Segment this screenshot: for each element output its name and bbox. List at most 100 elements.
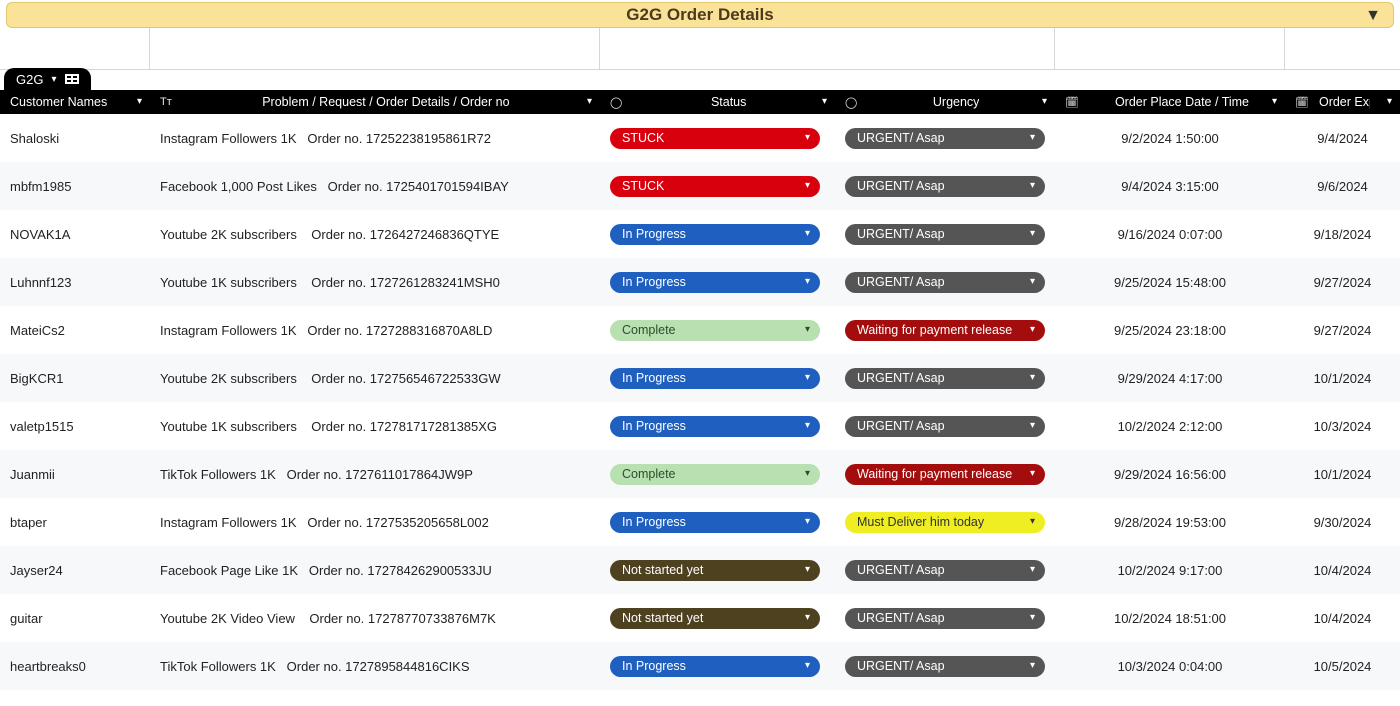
cell-urgency[interactable]: URGENT/ Asap▾ <box>835 354 1055 402</box>
cell-urgency[interactable]: URGENT/ Asap▾ <box>835 642 1055 690</box>
view-tab-g2g[interactable]: G2G ▾ <box>4 68 91 90</box>
cell-order-date[interactable]: 9/4/2024 3:15:00 <box>1055 162 1285 210</box>
table-row[interactable]: ShaloskiInstagram Followers 1K Order no.… <box>0 114 1400 162</box>
cell-order-date[interactable]: 9/2/2024 1:50:00 <box>1055 114 1285 162</box>
chevron-down-icon[interactable]: ▾ <box>1030 564 1035 575</box>
chevron-down-icon[interactable]: ▾ <box>805 612 810 623</box>
cell-customer-name[interactable]: btaper <box>0 498 150 546</box>
cell-order-expire[interactable]: 9/27/2024 <box>1285 258 1400 306</box>
cell-order-expire[interactable]: 10/5/2024 <box>1285 642 1400 690</box>
cell-customer-name[interactable]: valetp1515 <box>0 402 150 450</box>
chevron-down-icon[interactable]: ▾ <box>805 324 810 335</box>
cell-order-date[interactable]: 10/2/2024 2:12:00 <box>1055 402 1285 450</box>
urgency-pill[interactable]: URGENT/ Asap▾ <box>845 176 1045 197</box>
chevron-down-icon[interactable]: ▾ <box>1030 132 1035 143</box>
cell-order-expire[interactable]: 9/30/2024 <box>1285 498 1400 546</box>
cell-order-expire[interactable]: 9/18/2024 <box>1285 210 1400 258</box>
cell-urgency[interactable]: URGENT/ Asap▾ <box>835 114 1055 162</box>
status-pill[interactable]: Not started yet▾ <box>610 560 820 581</box>
chevron-down-icon[interactable]: ▾ <box>137 96 142 107</box>
chevron-down-icon[interactable]: ▾ <box>1030 276 1035 287</box>
cell-urgency[interactable]: URGENT/ Asap▾ <box>835 594 1055 642</box>
chevron-down-icon[interactable]: ▾ <box>1030 516 1035 527</box>
table-row[interactable]: BigKCR1Youtube 2K subscribers Order no. … <box>0 354 1400 402</box>
cell-status[interactable]: In Progress▾ <box>600 498 835 546</box>
cell-customer-name[interactable]: BigKCR1 <box>0 354 150 402</box>
cell-status[interactable]: Complete▾ <box>600 450 835 498</box>
cell-status[interactable]: In Progress▾ <box>600 402 835 450</box>
chevron-down-icon[interactable]: ▾ <box>805 660 810 671</box>
cell-customer-name[interactable]: mbfm1985 <box>0 162 150 210</box>
table-row[interactable]: MateiCs2Instagram Followers 1K Order no.… <box>0 306 1400 354</box>
chevron-down-icon[interactable]: ▾ <box>805 228 810 239</box>
cell-order-date[interactable]: 9/25/2024 23:18:00 <box>1055 306 1285 354</box>
status-pill[interactable]: In Progress▾ <box>610 656 820 677</box>
cell-order-details[interactable]: Instagram Followers 1K Order no. 1725223… <box>150 114 600 162</box>
cell-status[interactable]: In Progress▾ <box>600 258 835 306</box>
cell-order-date[interactable]: 9/25/2024 15:48:00 <box>1055 258 1285 306</box>
col-header-date[interactable]: 🗓 Order Place Date / Time ▾ <box>1055 90 1285 114</box>
chevron-down-icon[interactable]: ▾ <box>805 468 810 479</box>
cell-order-expire[interactable]: 10/1/2024 <box>1285 354 1400 402</box>
chevron-down-icon[interactable]: ▾ <box>805 132 810 143</box>
cell-customer-name[interactable]: Shaloski <box>0 114 150 162</box>
status-pill[interactable]: Complete▾ <box>610 320 820 341</box>
table-row[interactable]: valetp1515Youtube 1K subscribers Order n… <box>0 402 1400 450</box>
cell-order-expire[interactable]: 9/6/2024 <box>1285 162 1400 210</box>
status-pill[interactable]: In Progress▾ <box>610 512 820 533</box>
cell-urgency[interactable]: Waiting for payment release▾ <box>835 450 1055 498</box>
urgency-pill[interactable]: Must Deliver him today▾ <box>845 512 1045 533</box>
cell-customer-name[interactable]: Jayser24 <box>0 546 150 594</box>
chevron-down-icon[interactable]: ▾ <box>1042 96 1047 107</box>
urgency-pill[interactable]: Waiting for payment release▾ <box>845 464 1045 485</box>
cell-order-details[interactable]: Instagram Followers 1K Order no. 1727535… <box>150 498 600 546</box>
cell-order-expire[interactable]: 9/27/2024 <box>1285 306 1400 354</box>
cell-status[interactable]: STUCK▾ <box>600 162 835 210</box>
chevron-down-icon[interactable]: ▾ <box>1030 180 1035 191</box>
cell-order-date[interactable]: 10/2/2024 18:51:00 <box>1055 594 1285 642</box>
status-pill[interactable]: In Progress▾ <box>610 224 820 245</box>
cell-order-details[interactable]: TikTok Followers 1K Order no. 1727895844… <box>150 642 600 690</box>
cell-order-date[interactable]: 10/2/2024 9:17:00 <box>1055 546 1285 594</box>
cell-status[interactable]: In Progress▾ <box>600 210 835 258</box>
title-chevron-down-icon[interactable]: ▼ <box>1365 7 1381 25</box>
cell-customer-name[interactable]: heartbreaks0 <box>0 642 150 690</box>
urgency-pill[interactable]: URGENT/ Asap▾ <box>845 608 1045 629</box>
status-pill[interactable]: Not started yet▾ <box>610 608 820 629</box>
cell-order-date[interactable]: 9/16/2024 0:07:00 <box>1055 210 1285 258</box>
urgency-pill[interactable]: URGENT/ Asap▾ <box>845 368 1045 389</box>
cell-order-details[interactable]: TikTok Followers 1K Order no. 1727611017… <box>150 450 600 498</box>
cell-order-details[interactable]: Facebook Page Like 1K Order no. 17278426… <box>150 546 600 594</box>
chevron-down-icon[interactable]: ▾ <box>1030 612 1035 623</box>
status-pill[interactable]: Complete▾ <box>610 464 820 485</box>
cell-urgency[interactable]: URGENT/ Asap▾ <box>835 210 1055 258</box>
status-pill[interactable]: STUCK▾ <box>610 176 820 197</box>
chevron-down-icon[interactable]: ▾ <box>805 180 810 191</box>
status-pill[interactable]: In Progress▾ <box>610 368 820 389</box>
chevron-down-icon[interactable]: ▾ <box>1030 372 1035 383</box>
cell-customer-name[interactable]: MateiCs2 <box>0 306 150 354</box>
cell-status[interactable]: In Progress▾ <box>600 354 835 402</box>
chevron-down-icon[interactable]: ▾ <box>805 420 810 431</box>
cell-order-details[interactable]: Youtube 1K subscribers Order no. 1727261… <box>150 258 600 306</box>
urgency-pill[interactable]: URGENT/ Asap▾ <box>845 560 1045 581</box>
cell-order-date[interactable]: 9/28/2024 19:53:00 <box>1055 498 1285 546</box>
cell-urgency[interactable]: URGENT/ Asap▾ <box>835 546 1055 594</box>
cell-order-date[interactable]: 10/3/2024 0:04:00 <box>1055 642 1285 690</box>
cell-status[interactable]: In Progress▾ <box>600 642 835 690</box>
cell-order-details[interactable]: Facebook 1,000 Post Likes Order no. 1725… <box>150 162 600 210</box>
title-bar[interactable]: G2G Order Details ▼ <box>6 2 1394 28</box>
cell-order-details[interactable]: Youtube 1K subscribers Order no. 1727817… <box>150 402 600 450</box>
cell-order-expire[interactable]: 10/3/2024 <box>1285 402 1400 450</box>
col-header-urgency[interactable]: ◯ Urgency ▾ <box>835 90 1055 114</box>
cell-urgency[interactable]: URGENT/ Asap▾ <box>835 258 1055 306</box>
col-header-status[interactable]: ◯ Status ▾ <box>600 90 835 114</box>
tab-chevron-down-icon[interactable]: ▾ <box>51 74 56 85</box>
cell-order-date[interactable]: 9/29/2024 16:56:00 <box>1055 450 1285 498</box>
table-row[interactable]: NOVAK1AYoutube 2K subscribers Order no. … <box>0 210 1400 258</box>
urgency-pill[interactable]: URGENT/ Asap▾ <box>845 416 1045 437</box>
cell-order-details[interactable]: Youtube 2K subscribers Order no. 1727565… <box>150 354 600 402</box>
status-pill[interactable]: STUCK▾ <box>610 128 820 149</box>
cell-urgency[interactable]: Must Deliver him today▾ <box>835 498 1055 546</box>
chevron-down-icon[interactable]: ▾ <box>587 96 592 107</box>
